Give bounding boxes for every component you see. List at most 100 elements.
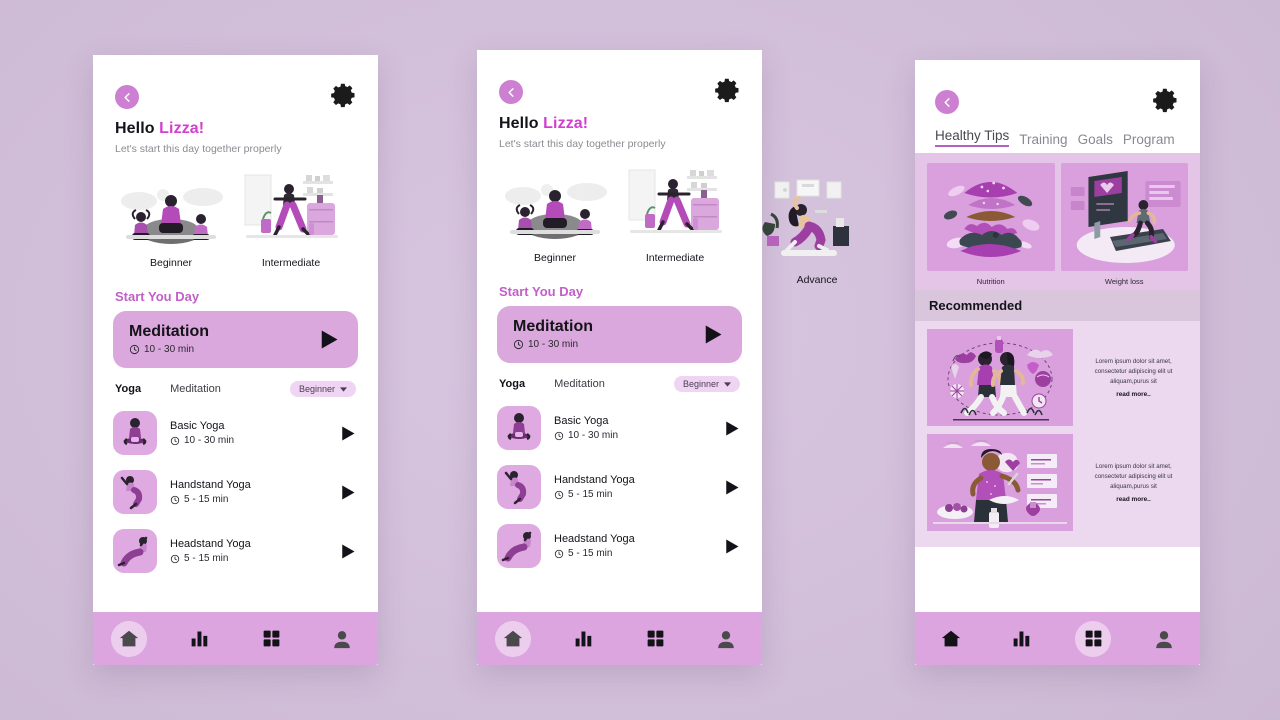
nav-item-home[interactable] [110,620,147,657]
nav-item-profile[interactable] [324,621,360,657]
home-icon [119,630,138,646]
grid-icon [1085,630,1101,647]
category-card-weight-loss[interactable]: Weight loss [1060,163,1188,286]
beginner-art-svg [505,183,607,239]
meditation-card[interactable]: Meditation 10 - 30 min [497,306,742,363]
settings-button[interactable] [330,81,358,109]
level-label: Beginner [149,257,193,269]
intermediate-art-svg [244,174,338,238]
tab-yoga[interactable]: Yoga [499,378,525,390]
workout-type-tabs: Yoga Meditation Beginner [115,381,356,397]
list-item[interactable]: Basic Yoga 10 - 30 min [497,402,742,454]
settings-button[interactable] [714,76,742,104]
meditation-play-button[interactable] [315,326,342,353]
workout-thumbnail [497,465,541,509]
list-item[interactable]: Lorem ipsum dolor sit amet, consectetur … [927,329,1188,426]
user-name: Lizza! [543,115,589,132]
meditation-play-button[interactable] [699,321,726,348]
category-card-nutrition[interactable]: Nutrition [927,163,1055,286]
workout-duration-row: 10 - 30 min [170,435,234,446]
workout-play-button[interactable] [337,423,358,444]
nav-item-stats[interactable] [182,621,218,657]
nav-item-grid[interactable] [1075,620,1112,657]
gear-icon [715,78,739,103]
back-button[interactable] [935,90,959,114]
list-item[interactable]: Headstand Yoga 5 - 15 min [497,520,742,572]
level-card-intermediate[interactable]: Intermediate [615,168,735,264]
nav-item-home[interactable] [494,620,531,657]
page-title: Hello Lizza! [115,120,356,138]
workout-thumbnail [497,406,541,450]
nav-item-grid[interactable] [253,621,289,657]
nav-item-home[interactable] [933,621,969,657]
level-filter-dropdown[interactable]: Beginner [289,381,356,397]
headstand-yoga-icon [501,531,532,562]
workout-play-button[interactable] [721,418,742,439]
level-filter-dropdown[interactable]: Beginner [673,376,740,392]
workout-duration: 5 - 15 min [184,494,229,505]
profile-icon [1156,630,1173,648]
meditation-duration: 10 - 30 min [144,343,195,355]
advance-art-svg [762,179,849,256]
nav-item-grid[interactable] [637,621,673,657]
list-item[interactable]: Lorem ipsum dolor sit amet, consectetur … [927,434,1188,531]
workout-play-button[interactable] [721,477,742,498]
page-title: Hello Lizza! [499,115,740,133]
nav-item-stats[interactable] [1004,621,1040,657]
basic-yoga-icon [507,413,531,441]
level-card-intermediate[interactable]: Intermediate [231,173,351,269]
list-item[interactable]: Handstand Yoga 5 - 15 min [113,466,358,518]
header: Hello Lizza! Let's start this day togeth… [477,50,762,150]
tab-meditation[interactable]: Meditation [170,383,221,395]
section-title-start-your-day: Start You Day [499,284,584,299]
top-category-cards: Nutrition Weight loss [915,153,1200,290]
list-item[interactable]: Basic Yoga 10 - 30 min [113,407,358,459]
read-more-link[interactable]: read more.. [1116,496,1150,503]
back-button[interactable] [115,85,139,109]
level-card-beginner[interactable]: Beginner [495,168,615,264]
home-icon [503,630,522,646]
recommended-body: Lorem ipsum dolor sit amet, consectetur … [1094,462,1173,491]
meditation-title: Meditation [513,318,593,336]
list-item[interactable]: Headstand Yoga 5 - 15 min [113,525,358,577]
tab-healthy-tips[interactable]: Healthy Tips [935,128,1010,147]
level-card-beginner[interactable]: Beginner [111,173,231,269]
meditation-duration-row: 10 - 30 min [513,339,593,350]
workout-play-button[interactable] [337,482,358,503]
settings-button[interactable] [1152,86,1180,114]
chevron-left-icon [943,97,950,107]
level-filter-label: Beginner [298,384,335,394]
nav-item-profile[interactable] [1146,621,1182,657]
tab-meditation[interactable]: Meditation [554,378,605,390]
list-item[interactable]: Handstand Yoga 5 - 15 min [497,461,742,513]
workout-play-button[interactable] [337,541,358,562]
workout-play-button[interactable] [721,536,742,557]
meditation-duration: 10 - 30 min [528,338,579,350]
clock-icon [554,490,564,499]
back-button[interactable] [499,80,523,104]
workout-thumbnail [113,529,157,573]
tab-training[interactable]: Training [1019,132,1067,147]
level-filter-label: Beginner [682,379,719,389]
level-card-advance[interactable]: Advance [757,170,877,286]
content-body: Nutrition Weight loss Recommended Lorem … [915,153,1200,547]
read-more-link[interactable]: read more.. [1116,391,1150,398]
chevron-left-icon [123,92,130,102]
tab-goals[interactable]: Goals [1078,132,1113,147]
basic-yoga-icon [123,418,147,446]
grid-icon [647,630,663,647]
workout-duration: 5 - 15 min [184,553,229,564]
recommended-illustration-walking [927,329,1073,426]
meditation-duration-row: 10 - 30 min [129,344,209,355]
walking-couple-art-svg [927,329,1073,426]
clock-icon [170,554,180,563]
tab-program[interactable]: Program [1123,132,1175,147]
workout-duration: 10 - 30 min [184,435,235,446]
nav-item-stats[interactable] [566,621,602,657]
nav-item-profile[interactable] [708,621,744,657]
header: Hello Lizza! Let's start this day togeth… [93,55,378,155]
tab-yoga[interactable]: Yoga [115,383,141,395]
recommended-text-block: Lorem ipsum dolor sit amet, consectetur … [1079,434,1188,531]
grid-icon [263,630,279,647]
meditation-card[interactable]: Meditation 10 - 30 min [113,311,358,368]
